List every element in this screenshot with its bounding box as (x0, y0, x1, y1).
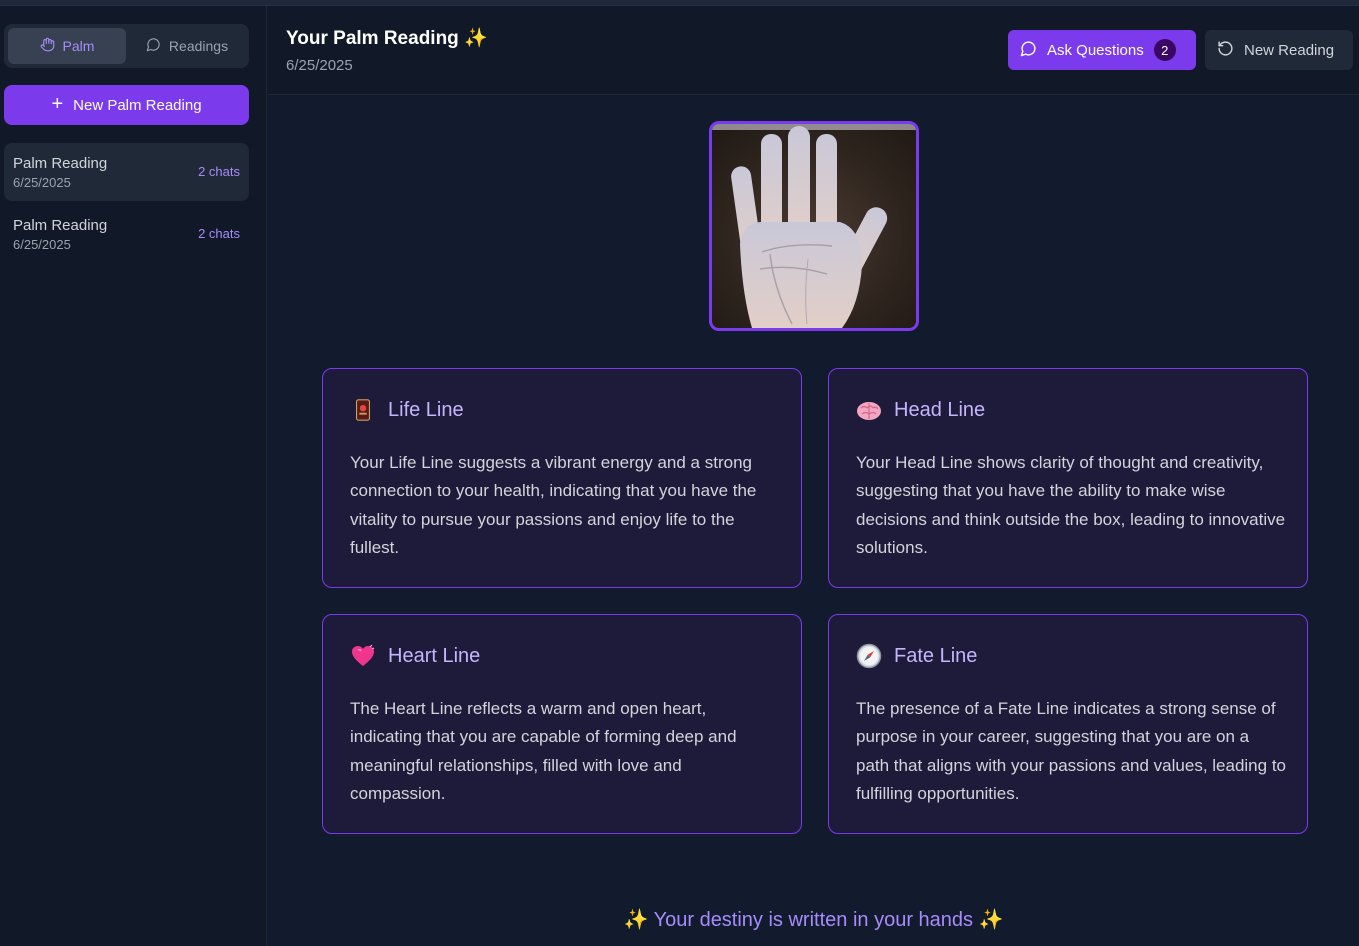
brain-icon (856, 397, 882, 423)
ask-questions-label: Ask Questions (1047, 41, 1144, 59)
refresh-icon (1217, 40, 1234, 61)
heart-line-title: Heart Line (388, 644, 481, 667)
tab-palm[interactable]: Palm (8, 28, 126, 64)
tarot-card-icon (350, 397, 376, 423)
reading-list-item[interactable]: Palm Reading 6/25/2025 2 chats (4, 143, 249, 201)
palm-photo (709, 121, 919, 331)
head-line-text: Your Head Line shows clarity of thought … (856, 453, 1286, 557)
new-reading-label: New Reading (1244, 41, 1335, 59)
head-line-card: Head Line Your Head Line shows clarity o… (828, 368, 1308, 588)
fate-line-title: Fate Line (894, 644, 978, 667)
life-line-title: Life Line (388, 398, 464, 421)
destiny-footer-text: ✨ Your destiny is written in your hands … (623, 909, 1004, 931)
heart-line-text: The Heart Line reflects a warm and open … (350, 699, 737, 803)
app-window: Palm Readings + New Palm Reading Palm Re… (0, 0, 1359, 946)
fate-line-card: Fate Line The presence of a Fate Line in… (828, 614, 1308, 834)
hand-icon (40, 37, 55, 55)
fate-line-text: The presence of a Fate Line indicates a … (856, 699, 1286, 803)
ask-questions-button[interactable]: Ask Questions 2 (1008, 30, 1196, 70)
reading-chat-count: 2 chats (198, 164, 240, 179)
reading-list-item[interactable]: Palm Reading 6/25/2025 2 chats (4, 205, 249, 263)
new-palm-reading-label: New Palm Reading (73, 96, 202, 114)
page-date: 6/25/2025 (286, 57, 353, 74)
compass-icon (856, 643, 882, 669)
sidebar: Palm Readings + New Palm Reading Palm Re… (0, 6, 267, 946)
page-title: Your Palm Reading ✨ (286, 28, 488, 49)
head-line-title: Head Line (894, 398, 986, 421)
tab-palm-label: Palm (62, 38, 95, 54)
life-line-card: Life Line Your Life Line suggests a vibr… (322, 368, 802, 588)
reading-chat-count: 2 chats (198, 226, 240, 241)
chat-bubble-icon (1020, 40, 1037, 61)
question-count-badge: 2 (1153, 39, 1176, 61)
pink-heart-icon (350, 643, 376, 669)
life-line-text: Your Life Line suggests a vibrant energy… (350, 453, 757, 557)
chat-bubble-icon (146, 37, 161, 55)
tab-readings[interactable]: Readings (128, 28, 246, 64)
plus-icon: + (51, 93, 64, 115)
heart-line-card: Heart Line The Heart Line reflects a war… (322, 614, 802, 834)
sidebar-tab-switcher: Palm Readings (4, 24, 249, 68)
page-header: Your Palm Reading ✨ 6/25/2025 Ask Questi… (268, 6, 1359, 95)
new-reading-button[interactable]: New Reading (1205, 30, 1353, 70)
tab-readings-label: Readings (168, 38, 229, 54)
reading-content: Life Line Your Life Line suggests a vibr… (268, 95, 1359, 946)
new-palm-reading-button[interactable]: + New Palm Reading (4, 85, 249, 125)
